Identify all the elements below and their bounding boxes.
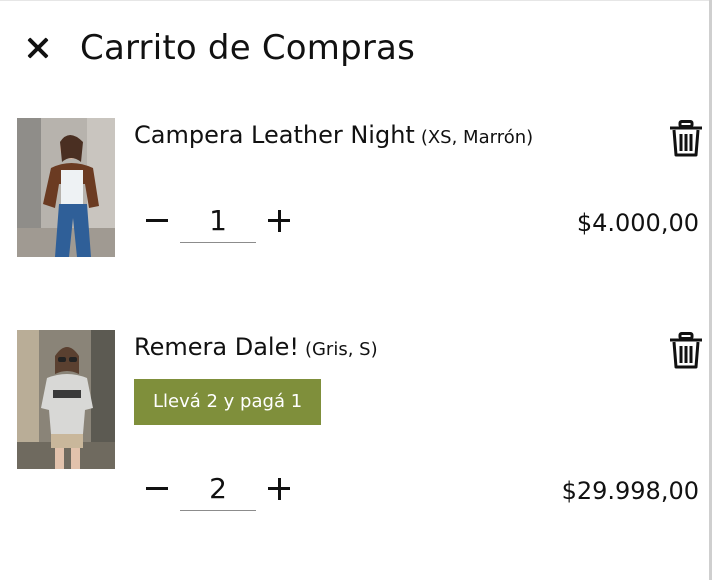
product-image[interactable] xyxy=(17,118,115,257)
plus-icon[interactable] xyxy=(266,476,292,502)
top-border xyxy=(0,0,712,1)
product-name[interactable]: Remera Dale! xyxy=(134,333,299,361)
quantity-stepper xyxy=(144,196,304,246)
close-icon[interactable] xyxy=(22,32,54,64)
product-name[interactable]: Campera Leather Night xyxy=(134,121,415,149)
minus-icon[interactable] xyxy=(144,476,170,502)
item-price: $4.000,00 xyxy=(576,209,699,237)
quantity-input[interactable] xyxy=(180,466,256,511)
minus-icon[interactable] xyxy=(144,208,170,234)
promo-badge: Llevá 2 y pagá 1 xyxy=(134,379,322,425)
product-image[interactable] xyxy=(17,330,115,469)
cart-header: Carrito de Compras xyxy=(22,22,415,74)
plus-icon[interactable] xyxy=(266,208,292,234)
trash-icon[interactable] xyxy=(669,332,703,370)
product-title: Remera Dale! (Gris, S) xyxy=(134,333,378,361)
product-variant: (XS, Marrón) xyxy=(420,127,534,148)
quantity-stepper xyxy=(144,464,304,514)
product-variant: (Gris, S) xyxy=(304,339,378,360)
trash-icon[interactable] xyxy=(669,120,703,158)
item-price: $29.998,00 xyxy=(561,477,699,505)
quantity-input[interactable] xyxy=(180,198,256,243)
product-title: Campera Leather Night (XS, Marrón) xyxy=(134,121,533,149)
page-title: Carrito de Compras xyxy=(80,28,416,68)
